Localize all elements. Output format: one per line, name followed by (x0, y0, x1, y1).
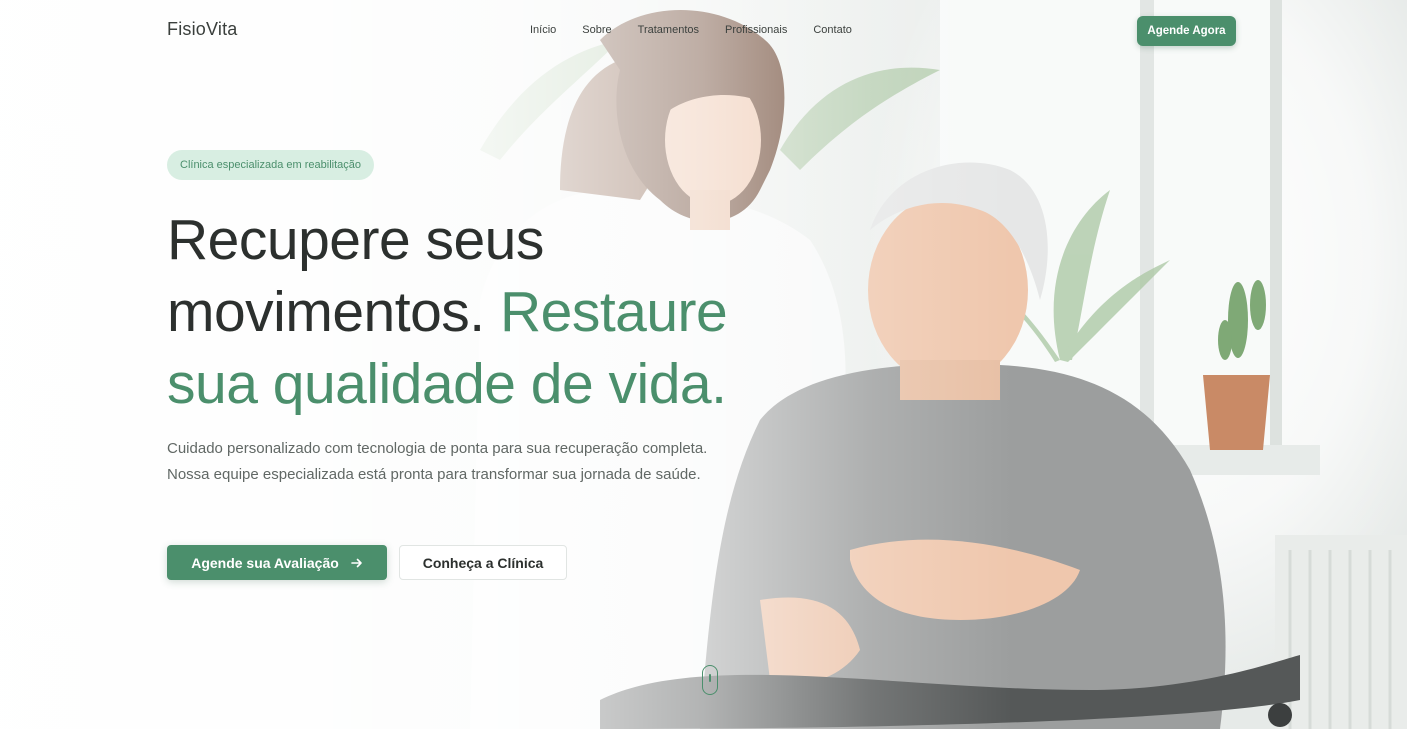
logo[interactable]: FisioVita (167, 19, 238, 40)
site-header: FisioVita Início Sobre Tratamentos Profi… (0, 0, 1407, 62)
headline-part-1: Recupere seus movimentos. (167, 208, 544, 344)
know-clinic-button[interactable]: Conheça a Clínica (399, 545, 567, 580)
hero-description: Cuidado personalizado com tecnologia de … (167, 440, 708, 483)
main-navigation: Início Sobre Tratamentos Profissionais C… (530, 24, 878, 36)
arrow-right-icon (350, 558, 362, 567)
schedule-evaluation-button[interactable]: Agende sua Avaliação (167, 545, 387, 580)
nav-link-inicio[interactable]: Início (530, 24, 556, 36)
nav-link-tratamentos[interactable]: Tratamentos (638, 24, 699, 36)
specialty-badge: Clínica especializada em reabilitação (167, 150, 374, 180)
nav-link-sobre[interactable]: Sobre (582, 24, 611, 36)
schedule-evaluation-label: Agende sua Avaliação (191, 554, 339, 571)
mouse-scroll-icon[interactable] (702, 665, 718, 695)
nav-link-profissionais[interactable]: Profissionais (725, 24, 787, 36)
nav-link-contato[interactable]: Contato (813, 24, 852, 36)
schedule-now-button[interactable]: Agende Agora (1137, 16, 1236, 46)
hero-headline: Recupere seus movimentos. Restaure sua q… (167, 204, 807, 420)
scroll-wheel-dot (709, 674, 711, 682)
